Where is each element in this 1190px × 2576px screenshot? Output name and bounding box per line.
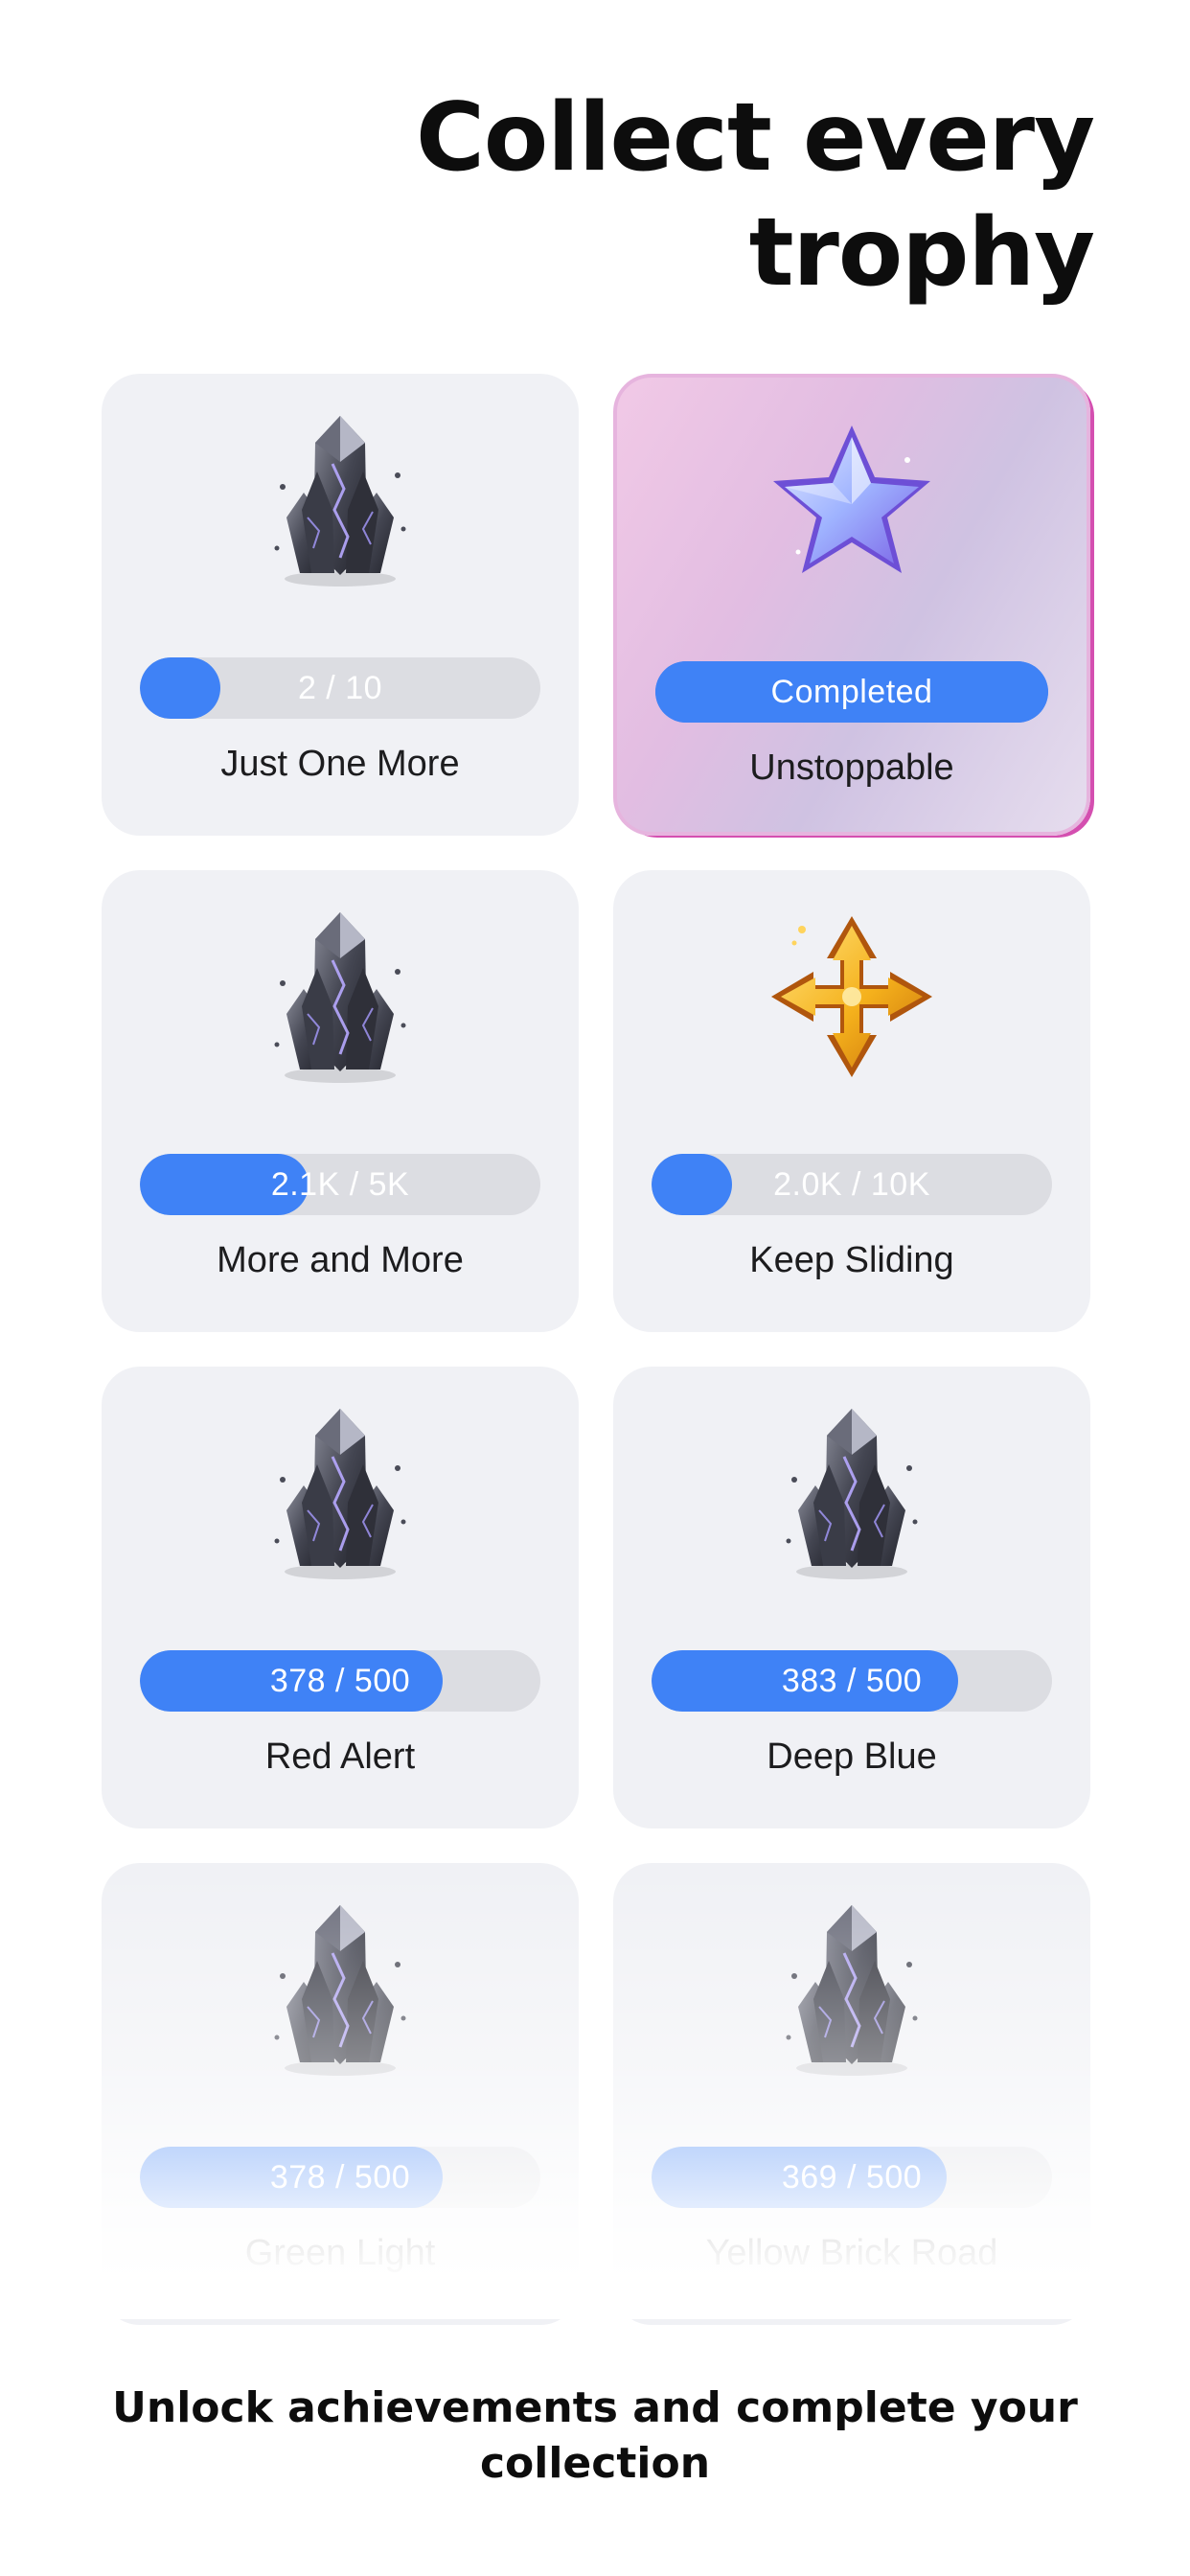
- progress-bar: 378 / 500: [140, 2147, 540, 2208]
- progress-text: 378 / 500: [269, 1662, 411, 1699]
- trophy-name: Unstoppable: [749, 748, 954, 788]
- trophy-name: Just One More: [220, 744, 460, 784]
- trophy-name: Deep Blue: [767, 1736, 937, 1777]
- progress-bar: 369 / 500: [652, 2147, 1052, 2208]
- progress-text: Completed: [770, 673, 933, 710]
- trophy-name: Yellow Brick Road: [705, 2233, 998, 2273]
- trophy-card-deep-blue[interactable]: 383 / 500 Deep Blue: [613, 1367, 1090, 1828]
- trophy-card-keep-sliding[interactable]: 2.0K / 10K Keep Sliding: [613, 870, 1090, 1332]
- trophy-grid: 2 / 10 Just One More Completed Unstoppab…: [102, 374, 1090, 2325]
- trophy-card-yellow-brick-road[interactable]: 369 / 500 Yellow Brick Road: [613, 1863, 1090, 2325]
- progress-text: 378 / 500: [269, 2158, 411, 2196]
- star-icon: [756, 408, 948, 600]
- footer-subtitle: Unlock achievements and complete your co…: [112, 2383, 1078, 2488]
- progress-bar: 2 / 10: [140, 657, 540, 719]
- trophy-name: Green Light: [244, 2233, 436, 2273]
- crystal-icon: [756, 1894, 948, 2085]
- progress-bar: Completed: [655, 661, 1048, 723]
- page-title: Collect every trophy: [416, 83, 1095, 308]
- progress-bar: 2.1K / 5K: [140, 1154, 540, 1215]
- trophy-card-red-alert[interactable]: 378 / 500 Red Alert: [102, 1367, 579, 1828]
- trophy-card-green-light[interactable]: 378 / 500 Green Light: [102, 1863, 579, 2325]
- progress-bar: 383 / 500: [652, 1650, 1052, 1712]
- trophy-card-unstoppable[interactable]: Completed Unstoppable: [613, 374, 1090, 836]
- trophy-card-just-one-more[interactable]: 2 / 10 Just One More: [102, 374, 579, 836]
- crystal-icon: [244, 1894, 436, 2085]
- progress-bar: 2.0K / 10K: [652, 1154, 1052, 1215]
- progress-text: 2.0K / 10K: [773, 1165, 930, 1203]
- trophy-card-more-and-more[interactable]: 2.1K / 5K More and More: [102, 870, 579, 1332]
- crystal-icon: [756, 1397, 948, 1589]
- crystal-icon: [244, 901, 436, 1092]
- trophy-name: More and More: [217, 1240, 464, 1280]
- progress-text: 383 / 500: [781, 1662, 923, 1699]
- progress-bar: 378 / 500: [140, 1650, 540, 1712]
- crystal-icon: [244, 1397, 436, 1589]
- compass-arrows-icon: [756, 901, 948, 1092]
- progress-text: 369 / 500: [781, 2158, 923, 2196]
- crystal-icon: [244, 404, 436, 596]
- progress-text: 2.1K / 5K: [270, 1165, 410, 1203]
- progress-text: 2 / 10: [297, 669, 383, 706]
- trophy-name: Keep Sliding: [749, 1240, 954, 1280]
- trophy-name: Red Alert: [264, 1736, 416, 1777]
